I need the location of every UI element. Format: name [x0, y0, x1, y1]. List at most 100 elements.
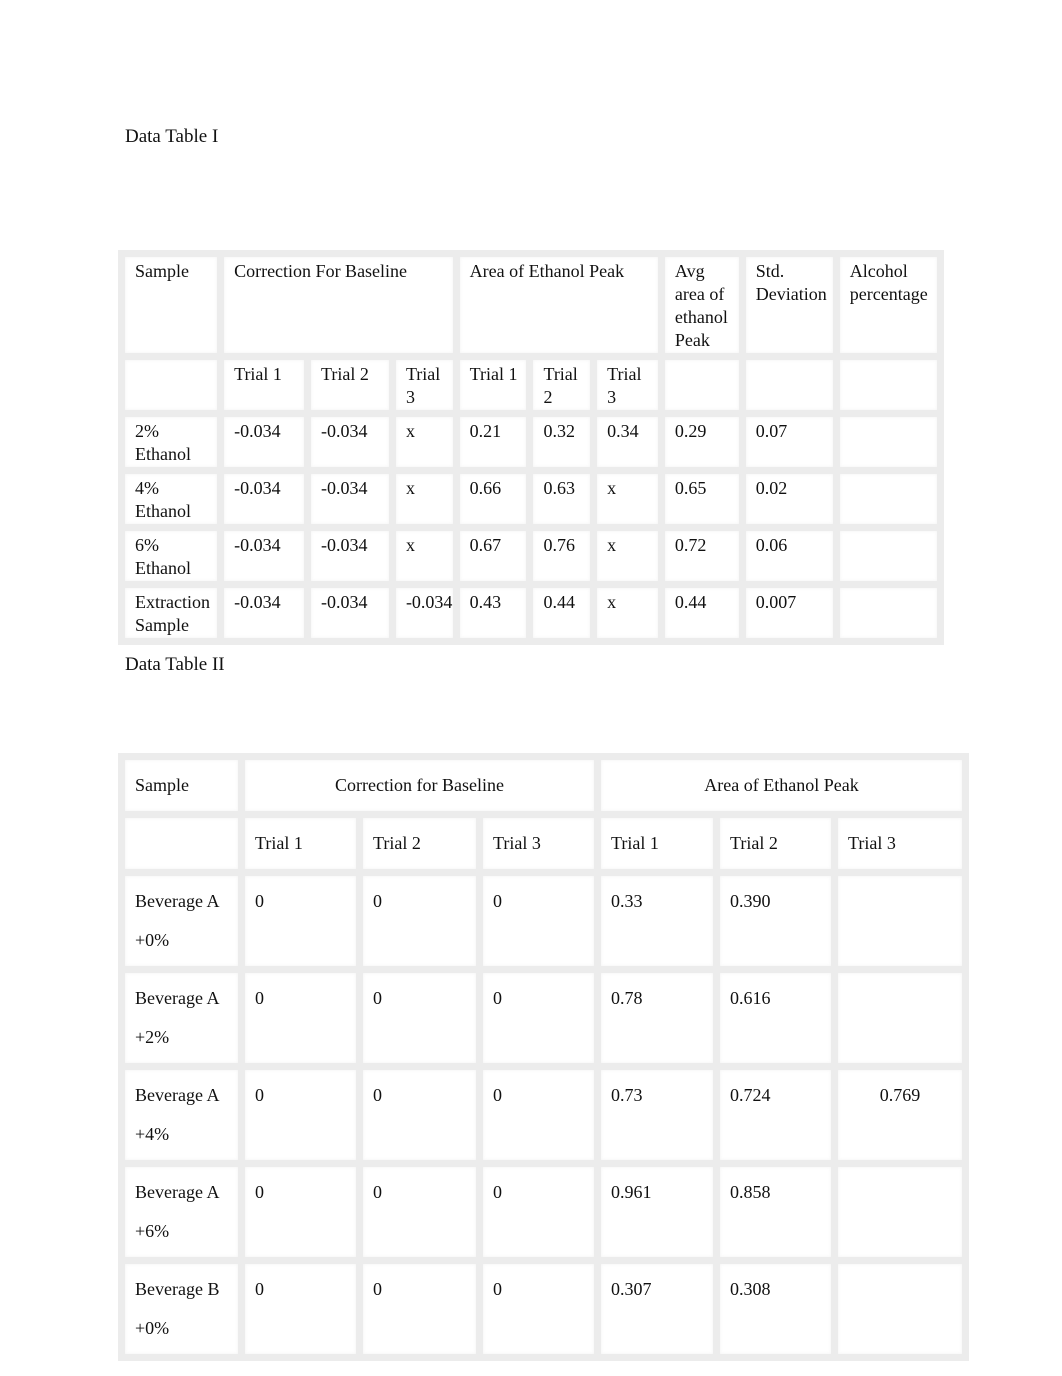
cell-sample: Beverage A +2%: [118, 966, 245, 1070]
cell-correction-trial-2: -0.034: [304, 581, 396, 645]
cell-sample: 4% Ethanol: [117, 467, 225, 531]
cell-sample: Extraction Sample: [117, 581, 225, 645]
cell-area-trial-3: x: [590, 524, 665, 588]
cell-area-trial-1: 0.21: [452, 410, 534, 474]
cell-area-trial-1: 0.961: [594, 1160, 721, 1264]
cell-correction-trial-2: -0.034: [304, 524, 396, 588]
table-row: 2% Ethanol -0.034 -0.034 x 0.21 0.32 0.3…: [117, 410, 945, 474]
cell-correction-trial-3: x: [388, 524, 460, 588]
cell-correction-trial-3: x: [388, 467, 460, 531]
subheader-trial: Trial 3: [831, 811, 970, 876]
cell-correction-trial-2: 0: [356, 966, 483, 1070]
subheader-trial: Trial 1: [594, 811, 721, 876]
cell-correction-trial-1: -0.034: [217, 581, 312, 645]
table-row: Extraction Sample -0.034 -0.034 -0.034 0…: [117, 581, 945, 645]
header-correction-for-baseline: Correction for Baseline: [237, 753, 602, 818]
cell-correction-trial-1: -0.034: [217, 524, 312, 588]
cell-area-trial-3: [831, 869, 970, 973]
cell-correction-trial-3: 0: [475, 1160, 602, 1264]
cell-correction-trial-2: -0.034: [304, 410, 396, 474]
header-avg-area: Avg area of ethanol Peak: [657, 250, 746, 360]
cell-area-trial-2: 0.76: [526, 524, 598, 588]
subheader-empty: [117, 353, 225, 417]
data-table-2: Sample Correction for Baseline Area of E…: [118, 753, 970, 1361]
cell-area-trial-3: x: [590, 581, 665, 645]
cell-sample: 2% Ethanol: [117, 410, 225, 474]
table-row: Beverage A +6% 0 0 0 0.961 0.858: [118, 1160, 970, 1264]
cell-correction-trial-2: 0: [356, 1160, 483, 1264]
cell-area-trial-1: 0.33: [594, 869, 721, 973]
subheader-empty: [118, 811, 245, 876]
cell-area-trial-2: 0.858: [713, 1160, 839, 1264]
cell-area-trial-2: 0.724: [713, 1063, 839, 1167]
cell-sample: Beverage A +0%: [118, 869, 245, 973]
cell-correction-trial-1: 0: [238, 1063, 363, 1167]
subheader-trial: Trial 1: [238, 811, 363, 876]
header-sample: Sample: [117, 250, 225, 360]
cell-correction-trial-3: 0: [475, 1257, 602, 1361]
table2-header-row: Sample Correction for Baseline Area of E…: [118, 753, 970, 818]
cell-sample: 6% Ethanol: [117, 524, 225, 588]
table1-header-row: Sample Correction For Baseline Area of E…: [117, 250, 945, 360]
cell-std: 0.06: [738, 524, 840, 588]
header-correction-for-baseline: Correction For Baseline: [217, 250, 460, 360]
subheader-trial: Trial 2: [356, 811, 483, 876]
cell-correction-trial-1: -0.034: [217, 410, 312, 474]
header-sample: Sample: [118, 753, 245, 818]
cell-area-trial-2: 0.32: [526, 410, 598, 474]
cell-area-trial-1: 0.67: [452, 524, 534, 588]
subheader-trial: Trial 3: [590, 353, 665, 417]
subheader-trial: Trial 1: [452, 353, 534, 417]
cell-avg: 0.72: [657, 524, 746, 588]
table-row: Beverage A +0% 0 0 0 0.33 0.390: [118, 869, 970, 973]
subheader-trial: Trial 3: [388, 353, 460, 417]
cell-correction-trial-1: 0: [238, 1257, 363, 1361]
table2-subheader-row: Trial 1 Trial 2 Trial 3 Trial 1 Trial 2 …: [118, 811, 970, 876]
cell-correction-trial-3: 0: [475, 1063, 602, 1167]
cell-correction-trial-3: -0.034: [388, 581, 460, 645]
cell-area-trial-1: 0.66: [452, 467, 534, 531]
cell-area-trial-3: 0.34: [590, 410, 665, 474]
cell-correction-trial-1: 0: [238, 1160, 363, 1264]
table-row: Beverage A +2% 0 0 0 0.78 0.616: [118, 966, 970, 1070]
cell-correction-trial-1: -0.034: [217, 467, 312, 531]
cell-sample: Beverage A +4%: [118, 1063, 245, 1167]
cell-area-trial-3: 0.769: [831, 1063, 970, 1167]
table1-subheader-row: Trial 1 Trial 2 Trial 3 Trial 1 Trial 2 …: [117, 353, 945, 417]
cell-area-trial-2: 0.616: [713, 966, 839, 1070]
cell-avg: 0.44: [657, 581, 746, 645]
cell-std: 0.02: [738, 467, 840, 531]
cell-std: 0.007: [738, 581, 840, 645]
cell-alcohol: [832, 410, 945, 474]
cell-area-trial-1: 0.307: [594, 1257, 721, 1361]
cell-correction-trial-3: 0: [475, 966, 602, 1070]
cell-area-trial-2: 0.390: [713, 869, 839, 973]
data-table-1: Sample Correction For Baseline Area of E…: [117, 250, 945, 645]
cell-area-trial-3: [831, 1160, 970, 1264]
cell-area-trial-1: 0.73: [594, 1063, 721, 1167]
table-row: 4% Ethanol -0.034 -0.034 x 0.66 0.63 x 0…: [117, 467, 945, 531]
cell-area-trial-3: [831, 966, 970, 1070]
cell-sample: Beverage B +0%: [118, 1257, 245, 1361]
header-area-of-ethanol-peak: Area of Ethanol Peak: [594, 753, 970, 818]
cell-correction-trial-3: x: [388, 410, 460, 474]
cell-correction-trial-1: 0: [238, 869, 363, 973]
subheader-trial: Trial 3: [475, 811, 602, 876]
table-row: 6% Ethanol -0.034 -0.034 x 0.67 0.76 x 0…: [117, 524, 945, 588]
subheader-empty: [657, 353, 746, 417]
table-row: Beverage A +4% 0 0 0 0.73 0.724 0.769: [118, 1063, 970, 1167]
subheader-trial: Trial 2: [526, 353, 598, 417]
cell-area-trial-2: 0.44: [526, 581, 598, 645]
table1-title: Data Table I: [125, 126, 219, 147]
cell-area-trial-3: [831, 1257, 970, 1361]
cell-correction-trial-3: 0: [475, 869, 602, 973]
subheader-trial: Trial 1: [217, 353, 312, 417]
header-area-of-ethanol-peak: Area of Ethanol Peak: [452, 250, 665, 360]
header-alcohol-percentage: Alcohol percentage: [832, 250, 945, 360]
cell-correction-trial-2: -0.034: [304, 467, 396, 531]
cell-area-trial-2: 0.308: [713, 1257, 839, 1361]
table-row: Beverage B +0% 0 0 0 0.307 0.308: [118, 1257, 970, 1361]
cell-avg: 0.65: [657, 467, 746, 531]
cell-correction-trial-2: 0: [356, 869, 483, 973]
header-std-deviation: Std. Deviation: [738, 250, 840, 360]
